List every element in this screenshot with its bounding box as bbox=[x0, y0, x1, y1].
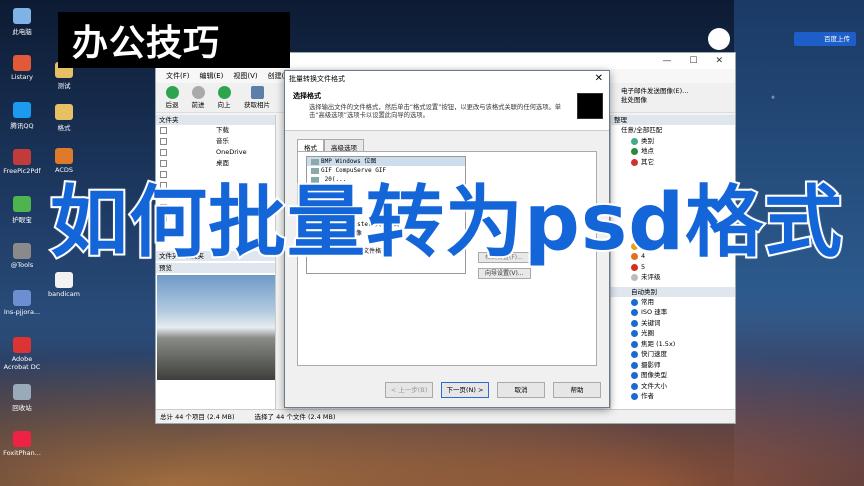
convert-logo-icon bbox=[577, 93, 603, 119]
overlay-title: 如何批量转为psd格式 bbox=[48, 176, 844, 270]
camera-icon bbox=[250, 86, 264, 99]
desktop-icon-label: Adobe Acrobat DC bbox=[3, 355, 41, 371]
right-top-actions: 电子邮件发送图像(E)... 批处图像 bbox=[621, 87, 688, 105]
desktop-icon-label: 测试 bbox=[57, 82, 71, 90]
forward-arrow-icon bbox=[191, 86, 205, 99]
banner-title: 办公技巧 bbox=[58, 12, 290, 68]
auto-category-item[interactable]: 摄影师 bbox=[611, 360, 735, 371]
up-button[interactable]: 向上 bbox=[214, 86, 234, 109]
back-button[interactable]: 后退 bbox=[162, 86, 182, 109]
status-total: 总计 44 个项目 (2.4 MB) bbox=[160, 413, 235, 421]
desktop-icon-label: Ins-pjjora... bbox=[3, 308, 41, 316]
close-icon[interactable]: ✕ bbox=[715, 56, 723, 66]
desktop-icon[interactable]: 护眼宝 bbox=[0, 196, 44, 224]
auto-category-item[interactable]: 常用 bbox=[611, 297, 735, 308]
match-filter[interactable]: 任意/全部匹配 bbox=[611, 125, 735, 136]
auto-category-item[interactable]: 关键词 bbox=[611, 318, 735, 329]
desktop-icon-label: 腾讯QQ bbox=[10, 122, 34, 130]
app-icon bbox=[13, 8, 31, 24]
auto-category-item[interactable]: 快门速度 bbox=[611, 349, 735, 360]
app-icon bbox=[13, 196, 31, 212]
app-icon bbox=[13, 243, 31, 259]
batch-images-link[interactable]: 批处图像 bbox=[621, 96, 688, 105]
category-item[interactable]: 地点 bbox=[611, 146, 735, 157]
up-arrow-icon bbox=[217, 86, 231, 99]
next-step-button[interactable]: 下一页(N) > bbox=[441, 382, 489, 398]
app-icon bbox=[13, 337, 31, 353]
desktop-icon-label: @Tools bbox=[10, 261, 34, 269]
desktop-icon[interactable]: FoxitPhan... bbox=[0, 431, 44, 457]
dialog-title: 批量转换文件格式 bbox=[289, 75, 345, 83]
desktop-icon-label: 格式 bbox=[57, 124, 71, 132]
minimize-icon[interactable]: — bbox=[662, 56, 671, 66]
app-icon bbox=[13, 55, 31, 71]
organize-title: 整理 bbox=[611, 115, 735, 125]
tree-item-music[interactable]: 音乐 bbox=[156, 136, 275, 147]
desktop-icon-label: bandicam bbox=[47, 290, 81, 298]
desktop-icon[interactable]: 格式 bbox=[42, 104, 86, 132]
cancel-button[interactable]: 取消 bbox=[497, 382, 545, 398]
category-item[interactable]: 类别 bbox=[611, 136, 735, 147]
desktop-icon[interactable]: 此电脑 bbox=[0, 8, 44, 36]
desktop-icon[interactable]: bandicam bbox=[42, 272, 86, 298]
app-icon bbox=[13, 102, 31, 118]
dialog-footer: < 上一步(B) 下一页(N) > 取消 帮助 bbox=[285, 373, 609, 407]
dialog-heading: 选择格式 bbox=[293, 92, 321, 100]
tree-item-onedrive[interactable]: OneDrive bbox=[156, 147, 275, 158]
cat-avatar-icon bbox=[708, 28, 730, 50]
desktop-icon-label: FoxitPhan... bbox=[3, 449, 41, 457]
get-photos-button[interactable]: 获取相片 bbox=[240, 86, 274, 109]
menu-view[interactable]: 视图(V) bbox=[233, 71, 257, 81]
desktop-icon[interactable]: 回收站 bbox=[0, 384, 44, 412]
app-icon bbox=[55, 104, 73, 120]
desktop-icon[interactable]: Ins-pjjora... bbox=[0, 290, 44, 316]
desktop-icon[interactable]: 腾讯QQ bbox=[0, 102, 44, 130]
email-images-link[interactable]: 电子邮件发送图像(E)... bbox=[621, 87, 688, 96]
app-icon bbox=[55, 272, 73, 288]
auto-category-item[interactable]: ISO 速率 bbox=[611, 307, 735, 318]
auto-category-item[interactable]: 文件大小 bbox=[611, 381, 735, 392]
maximize-icon[interactable]: ☐ bbox=[689, 56, 697, 66]
desktop-icon[interactable]: @Tools bbox=[0, 243, 44, 269]
back-arrow-icon bbox=[165, 86, 179, 99]
status-bar: 总计 44 个项目 (2.4 MB) 选择了 44 个文件 (2.4 MB) bbox=[156, 409, 735, 423]
baidu-upload-button[interactable]: 百度上传 bbox=[794, 32, 856, 46]
auto-category-item[interactable]: 光圈 bbox=[611, 328, 735, 339]
status-selected: 选择了 44 个文件 (2.4 MB) bbox=[254, 413, 336, 421]
desktop-icon-label: 护眼宝 bbox=[12, 216, 32, 224]
auto-category-item[interactable]: 作者 bbox=[611, 391, 735, 402]
desktop-icon[interactable]: FreePic2Pdf bbox=[0, 149, 44, 175]
app-icon bbox=[13, 290, 31, 306]
dialog-header: 选择格式 选择输出文件的文件格式，然后单击“格式设置”按钮，以更改与该格式关联的… bbox=[285, 87, 609, 131]
desktop-icon-label: 回收站 bbox=[12, 404, 32, 412]
dialog-titlebar: 批量转换文件格式 ✕ bbox=[285, 71, 609, 87]
dialog-close-icon[interactable]: ✕ bbox=[595, 71, 603, 87]
tree-item-downloads[interactable]: 下载 bbox=[156, 125, 275, 136]
back-step-button[interactable]: < 上一步(B) bbox=[385, 382, 433, 398]
auto-category-title: 自动类别 bbox=[611, 286, 735, 297]
dialog-description: 选择输出文件的文件格式，然后单击“格式设置”按钮，以更改与该格式关联的任何选项。… bbox=[309, 104, 562, 119]
desktop-icon-label: FreePic2Pdf bbox=[3, 167, 41, 175]
app-icon bbox=[13, 149, 31, 165]
desktop-icon-label: Listary bbox=[11, 73, 33, 81]
auto-category-item[interactable]: 图像类型 bbox=[611, 370, 735, 381]
app-icon bbox=[13, 431, 31, 447]
rating-item[interactable]: 未评级 bbox=[611, 272, 735, 283]
wizard-settings-button[interactable]: 向导设置(V)... bbox=[478, 268, 531, 279]
menu-edit[interactable]: 编辑(E) bbox=[200, 71, 224, 81]
menu-file[interactable]: 文件(F) bbox=[166, 71, 190, 81]
desktop-icon[interactable]: Listary bbox=[0, 55, 44, 81]
folder-panel-title: 文件夹 bbox=[156, 115, 275, 125]
desktop-icon[interactable]: Adobe Acrobat DC bbox=[0, 337, 44, 371]
forward-button[interactable]: 前进 bbox=[188, 86, 208, 109]
desktop-icon-label: 此电脑 bbox=[12, 28, 32, 36]
auto-category-item[interactable]: 焦距 (1.5x) bbox=[611, 339, 735, 350]
help-button[interactable]: 帮助 bbox=[553, 382, 601, 398]
preview-image bbox=[157, 275, 275, 380]
app-icon bbox=[13, 384, 31, 400]
